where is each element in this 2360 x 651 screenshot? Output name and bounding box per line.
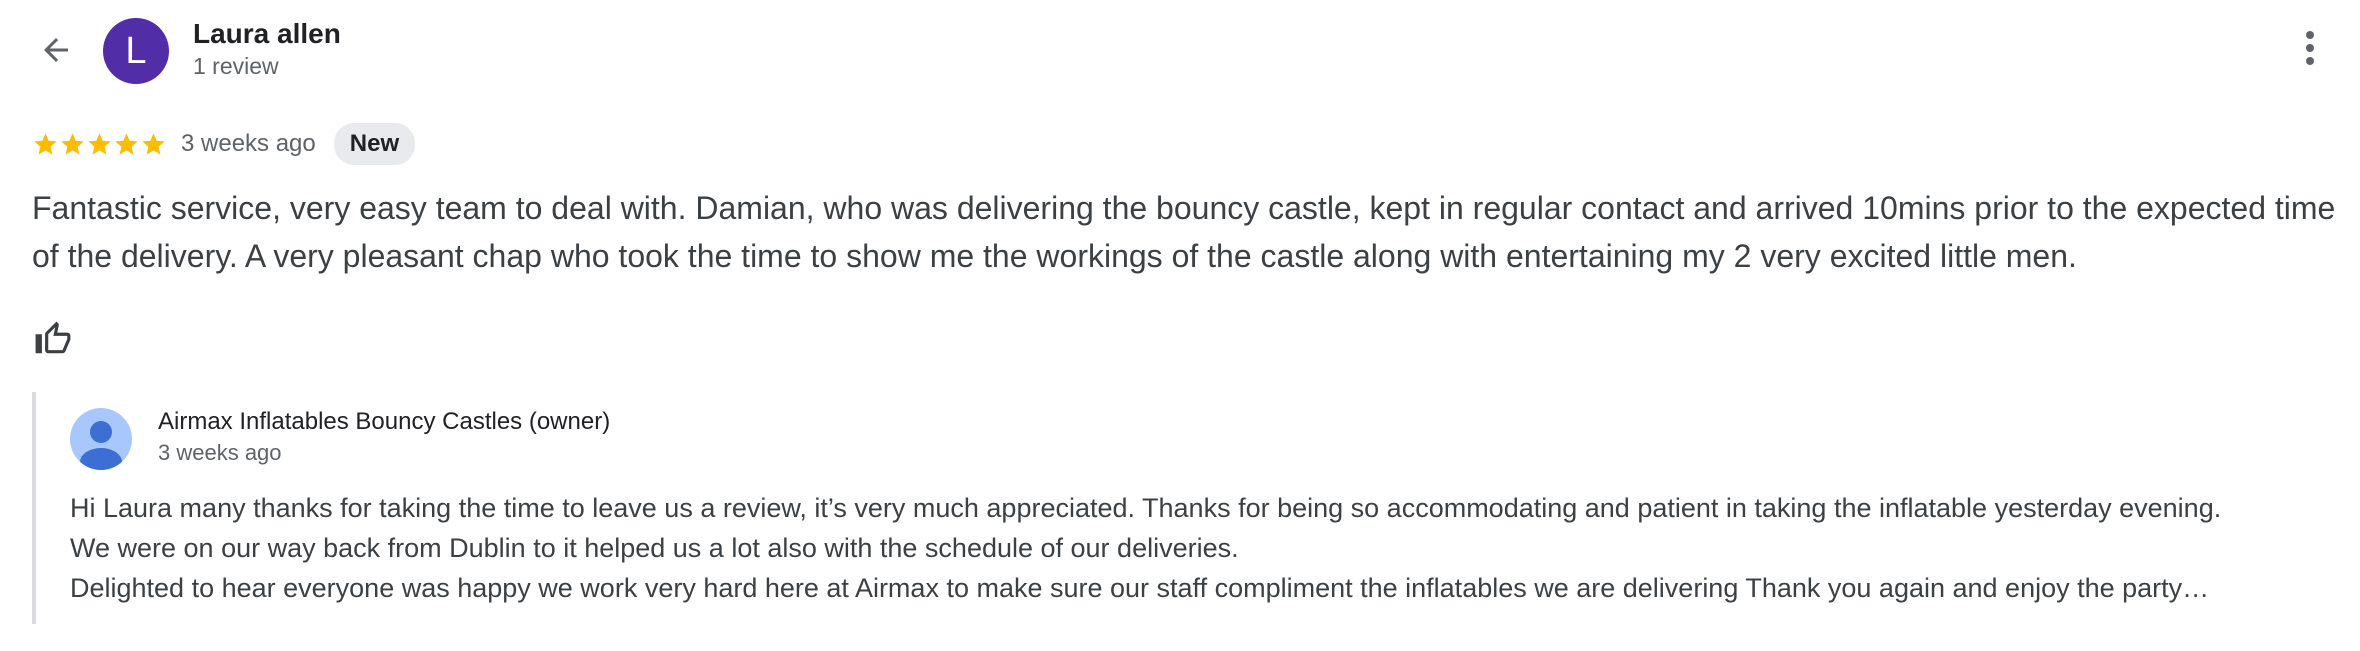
reviewer-name[interactable]: Laura allen (193, 18, 341, 50)
avatar[interactable]: L (103, 18, 169, 84)
owner-avatar (70, 408, 132, 470)
arrow-back-icon (38, 32, 74, 73)
review-text: Fantastic service, very easy team to dea… (32, 190, 2336, 274)
owner-reply: Airmax Inflatables Bouncy Castles (owner… (32, 392, 2336, 624)
owner-reply-text: Hi Laura many thanks for taking the time… (70, 488, 2330, 608)
star-icon (61, 132, 84, 155)
new-badge: New (333, 123, 416, 165)
person-icon (70, 421, 132, 470)
thumbs-up-icon (34, 320, 72, 363)
back-button[interactable] (30, 26, 82, 78)
owner-name: Airmax Inflatables Bouncy Castles (owner… (158, 408, 611, 435)
like-button[interactable] (30, 318, 76, 364)
more-options-button[interactable] (2290, 26, 2330, 74)
review-count: 1 review (193, 53, 279, 79)
review-time: 3 weeks ago (181, 130, 316, 157)
owner-reply-line: Hi Laura many thanks for taking the time… (70, 493, 2222, 523)
owner-reply-time: 3 weeks ago (158, 440, 282, 465)
star-icon (34, 132, 57, 155)
star-icon (115, 132, 138, 155)
star-icon (88, 132, 111, 155)
more-vert-icon (2305, 30, 2315, 71)
owner-reply-line: We were on our way back from Dublin to i… (70, 533, 1239, 563)
star-icon (142, 132, 165, 155)
owner-reply-line: Delighted to hear everyone was happy we … (70, 573, 2210, 603)
star-rating (32, 131, 167, 158)
rating-row: 3 weeks ago New (32, 123, 416, 165)
avatar-initial: L (125, 30, 147, 72)
